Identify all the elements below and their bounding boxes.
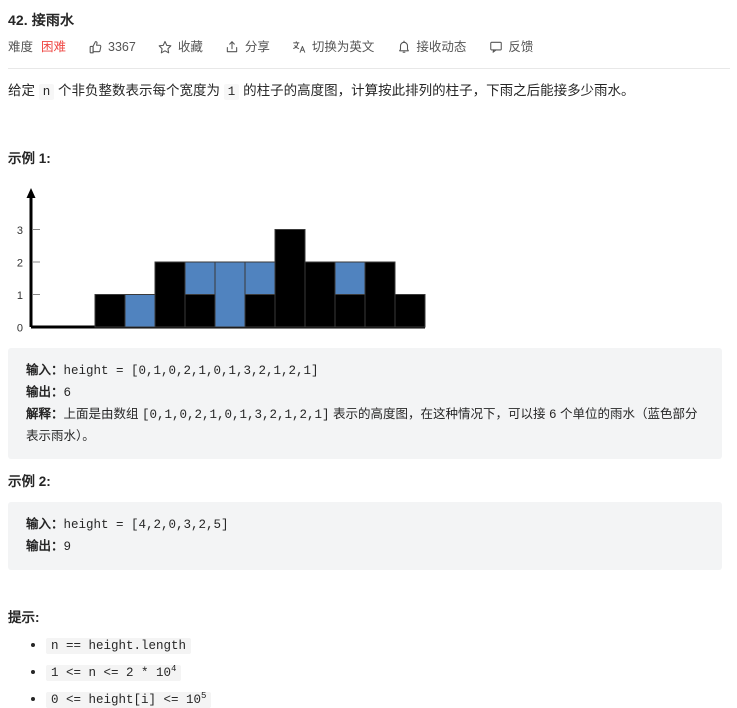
difficulty-value: 困难 [41,40,67,54]
terrain-bar [154,261,186,328]
example-1-explain-label: 解释： [26,407,64,421]
feedback-icon [488,40,503,55]
terrain-bar [364,261,396,328]
difficulty-badge: 难度 困难 [8,38,66,56]
constraints-list: n == height.length 1 <= n <= 2 * 104 0 <= … [8,634,508,708]
example-1-input-row: 输入：height = [0,1,0,2,1,0,1,3,2,1,2,1] [26,360,706,382]
rainwater-chart-svg: 0 1 2 3 [17,188,426,335]
constraint-item: 0 <= height[i] <= 105 [46,686,508,708]
star-icon [158,40,173,55]
likes-count: 3367 [108,40,136,54]
desc-part-1: 给定 [8,83,39,98]
example-1-input-value: height = [0,1,0,2,1,0,1,3,2,1,2,1] [63,364,319,378]
favorite-label: 收藏 [177,40,203,54]
terrain-bar [184,294,216,328]
terrain-bar [304,261,336,328]
example-1-output-row: 输出：6 [26,382,706,404]
hints-heading: 提示: [8,610,40,625]
example-1-explain-row: 解释：上面是由数组 [0,1,0,2,1,0,1,3,2,1,2,1] 表示的高… [26,404,706,447]
share-label: 分享 [244,40,270,54]
example-1-explain-part-1: 上面是由数组 [63,407,142,421]
terrain-bar [334,294,366,328]
example-2-input-row: 输入：height = [4,2,0,3,2,5] [26,514,706,536]
share-icon [225,40,240,55]
terrain-bar [274,229,306,328]
switch-language-button[interactable]: 切换为英文 [292,38,375,56]
example-2-heading: 示例 2: [8,474,51,489]
subscribe-label: 接收动态 [416,40,467,54]
constraint-item: n == height.length [46,634,508,657]
y-axis-tick-label: 1 [17,290,23,302]
favorite-button[interactable]: 收藏 [158,38,203,56]
switch-language-label: 切换为英文 [311,40,375,54]
constraint-code: 1 <= n <= 2 * 104 [46,664,182,682]
meta-toolbar: 难度 困难 3367 收藏 分享 切换为英文 接收动态 反馈 [0,29,737,56]
y-axis-arrow-icon [26,188,36,198]
feedback-button[interactable]: 反馈 [488,38,533,56]
problem-page: 42. 接雨水 难度 困难 3367 收藏 分享 切换为英文 接收动态 反馈 给… [0,0,737,708]
water-bar [244,261,276,295]
desc-code-1: 1 [223,84,240,100]
problem-description: 给定 n 个非负整数表示每个宽度为 1 的柱子的高度图，计算按此排列的柱子，下雨… [8,80,723,103]
y-axis-tick-label: 2 [17,258,23,270]
example-1-explain-amount: 6 [548,408,557,422]
example-2-output-label: 输出： [26,539,64,553]
water-bar [184,261,216,295]
difficulty-label: 难度 [8,40,34,54]
constraint-code: 0 <= height[i] <= 105 [46,691,212,708]
desc-part-3: 的柱子的高度图，计算按此排列的柱子，下雨之后能接多少雨水。 [239,83,635,98]
y-axis-tick-label: 0 [17,323,23,335]
likes-button[interactable]: 3367 [88,38,136,56]
terrain-bar [94,294,126,328]
thumbs-up-icon [88,40,103,55]
constraint-exponent: 5 [201,691,207,702]
example-1-explain-part-2: 表示的高度图，在这种情况下，可以接 [329,407,549,421]
water-bar [124,294,156,328]
example-2-input-value: height = [4,2,0,3,2,5] [63,518,229,532]
terrain-bar [244,294,276,328]
constraint-code: n == height.length [46,638,192,654]
example-1-output-value: 6 [63,386,72,400]
desc-code-n: n [38,84,55,100]
water-bar [214,261,246,328]
terrain-bar [394,294,426,328]
constraint-exponent: 4 [171,664,177,674]
bell-icon [396,40,411,55]
desc-part-2: 个非负整数表示每个宽度为 [54,83,224,98]
example-1-explain-array: [0,1,0,2,1,0,1,3,2,1,2,1] [142,408,330,422]
example-1-output-label: 输出： [26,385,64,399]
constraint-item: 1 <= n <= 2 * 104 [46,659,508,684]
rainwater-chart: 0 1 2 3 [8,180,448,340]
water-bar [334,261,366,295]
subscribe-button[interactable]: 接收动态 [396,38,466,56]
feedback-label: 反馈 [508,40,534,54]
header-divider [8,68,730,69]
example-2-block: 输入：height = [4,2,0,3,2,5] 输出：9 [8,502,722,570]
example-2-input-label: 输入： [26,517,64,531]
example-2-output-value: 9 [63,540,72,554]
example-1-block: 输入：height = [0,1,0,2,1,0,1,3,2,1,2,1] 输出… [8,348,722,459]
constraints-ul: n == height.length 1 <= n <= 2 * 104 0 <= … [8,634,508,708]
page-title: 42. 接雨水 [8,12,75,28]
example-2-output-row: 输出：9 [26,536,706,558]
example-1-input-label: 输入： [26,363,64,377]
y-axis-tick-label: 3 [17,225,23,237]
share-button[interactable]: 分享 [225,38,270,56]
example-1-heading: 示例 1: [8,151,51,166]
translate-icon [292,40,307,55]
